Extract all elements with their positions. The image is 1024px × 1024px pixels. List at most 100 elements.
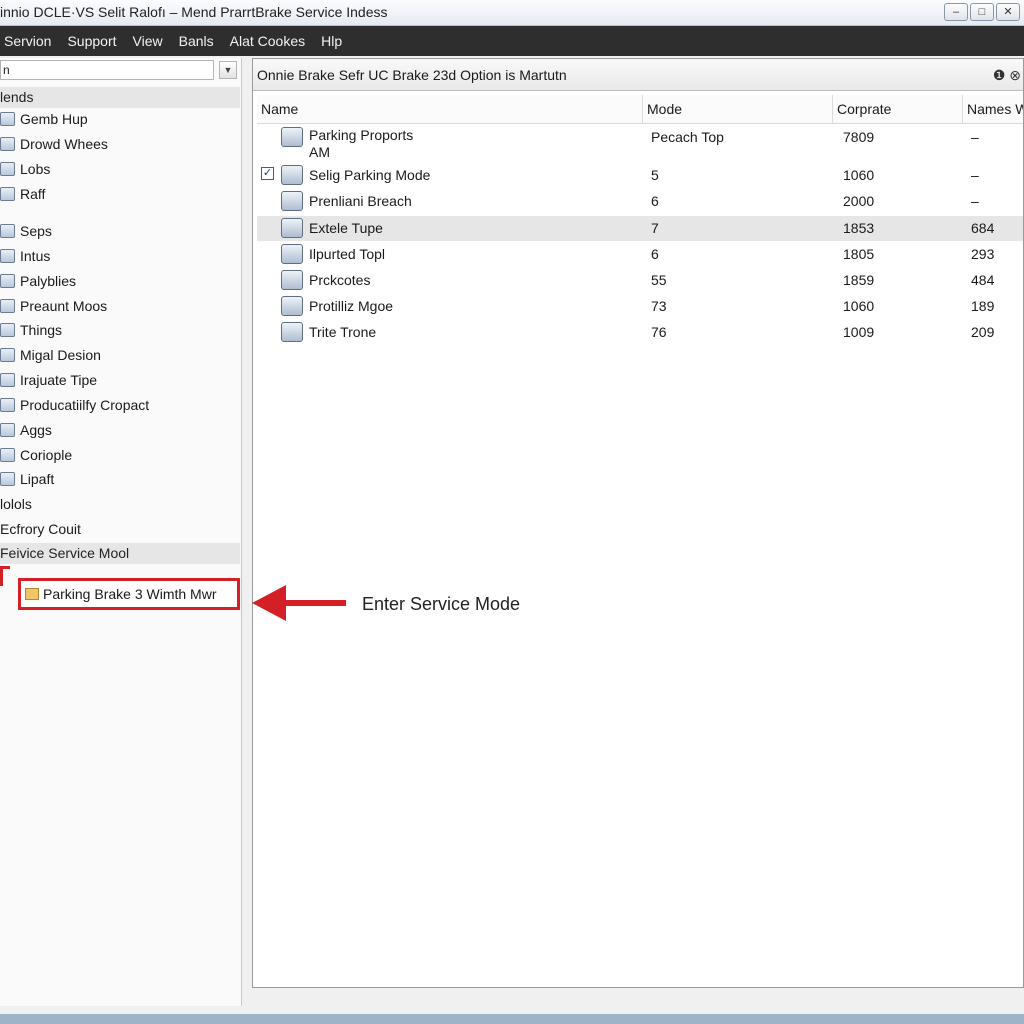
clipboard-icon bbox=[0, 398, 15, 412]
tree-item[interactable]: Preaunt Moos bbox=[0, 295, 107, 317]
gear-icon bbox=[0, 224, 15, 238]
tree-item-label: Ecfrory Couit bbox=[0, 521, 81, 537]
row-mode: 6 bbox=[651, 246, 659, 262]
wheel-icon bbox=[0, 137, 15, 151]
menu-support[interactable]: Support bbox=[63, 33, 124, 49]
close-icon[interactable]: ⊗ bbox=[1009, 67, 1021, 83]
box-icon bbox=[0, 323, 15, 337]
tree-item[interactable]: Ecfrory Couit bbox=[0, 518, 81, 540]
window-controls: – □ ✕ bbox=[944, 3, 1020, 21]
table-row[interactable]: Parking Proports AM Pecach Top 7809 – bbox=[257, 125, 1023, 163]
tree-item-label: Seps bbox=[20, 223, 52, 239]
tree-item-label: Coriople bbox=[20, 447, 73, 463]
column-header-name[interactable]: Name bbox=[257, 95, 643, 123]
row-name: Selig Parking Mode bbox=[309, 167, 431, 183]
tree-item[interactable]: Intus bbox=[0, 245, 50, 267]
tree-item[interactable]: Lobs bbox=[0, 158, 50, 180]
chart-icon bbox=[0, 348, 15, 362]
column-header-corprate[interactable]: Corprate bbox=[833, 95, 963, 123]
table-row[interactable]: Ilpurted Topl 6 1805 293 bbox=[257, 242, 1023, 267]
row-name: Protilliz Mgoe bbox=[309, 298, 394, 314]
tree-item[interactable]: Aggs bbox=[0, 419, 52, 441]
help-icon[interactable]: ❶ bbox=[993, 67, 1006, 83]
row-mode: 6 bbox=[651, 193, 659, 209]
users-icon bbox=[0, 472, 15, 486]
row-names: 293 bbox=[971, 246, 995, 262]
table-row[interactable]: Trite Trone 76 1009 209 bbox=[257, 320, 1023, 345]
tree-item[interactable]: Things bbox=[0, 319, 62, 341]
tool-icon bbox=[0, 112, 15, 126]
row-corprate: 1853 bbox=[843, 220, 875, 236]
table-row[interactable]: ✓ Selig Parking Mode 5 1060 – bbox=[257, 163, 1023, 188]
tree-item[interactable]: Drowd Whees bbox=[0, 133, 108, 155]
menu-alat-cookes[interactable]: Alat Cookes bbox=[226, 33, 313, 49]
table-row[interactable]: Prckcotes 55 1859 484 bbox=[257, 268, 1023, 293]
row-name: Parking Proports AM bbox=[309, 127, 414, 160]
row-corprate: 7809 bbox=[843, 129, 875, 145]
row-corprate: 2000 bbox=[843, 193, 875, 209]
row-corprate: 1805 bbox=[843, 246, 875, 262]
table-row[interactable]: Protilliz Mgoe 73 1060 189 bbox=[257, 294, 1023, 319]
row-mode: 73 bbox=[651, 298, 667, 314]
table-row[interactable]: Prenliani Breach 6 2000 – bbox=[257, 189, 1023, 214]
users-icon bbox=[281, 322, 303, 342]
tree-item-label: Irajuate Tipe bbox=[20, 372, 98, 388]
row-name: Extele Tupe bbox=[309, 220, 383, 236]
dropdown-arrow-icon[interactable]: ▼ bbox=[219, 61, 237, 79]
table-row-selected[interactable]: Extele Tupe 7 1853 684 bbox=[257, 216, 1023, 241]
monitor-icon bbox=[0, 299, 15, 313]
row-names: 189 bbox=[971, 298, 995, 314]
panel-header-icons: ❶ ⊗ bbox=[993, 59, 1021, 91]
window-title: innio DCLE·VS Selit Ralofı – Mend Prarrt… bbox=[0, 4, 388, 20]
wheel-icon bbox=[281, 270, 303, 290]
selected-tree-node[interactable]: Parking Brake 3 Wimth Mwr bbox=[18, 578, 240, 610]
left-tree-panel: n ▼ lends Gemb Hup Drowd Whees Lobs Raff… bbox=[0, 58, 242, 1006]
tree-item-label: Drowd Whees bbox=[20, 136, 108, 152]
tree-item[interactable]: Gemb Hup bbox=[0, 108, 88, 130]
menu-banls[interactable]: Banls bbox=[175, 33, 222, 49]
service-mode-header[interactable]: Feivice Service Mool bbox=[0, 543, 240, 564]
tree-item[interactable]: Coriople bbox=[0, 444, 72, 466]
row-corprate: 1060 bbox=[843, 298, 875, 314]
tree-item[interactable]: Migal Desion bbox=[0, 344, 101, 366]
maximize-button[interactable]: □ bbox=[970, 3, 994, 21]
column-header-names[interactable]: Names W bbox=[963, 95, 1023, 123]
tree-search-input[interactable]: n bbox=[0, 60, 214, 80]
tree-section-header[interactable]: lends bbox=[0, 87, 240, 108]
panel-header: Onnie Brake Sefr UC Brake 23d Option is … bbox=[253, 59, 1023, 91]
status-bar bbox=[0, 1014, 1024, 1024]
minimize-button[interactable]: – bbox=[944, 3, 968, 21]
settings-icon bbox=[281, 218, 303, 238]
menu-view[interactable]: View bbox=[129, 33, 171, 49]
row-mode: 55 bbox=[651, 272, 667, 288]
row-name: Ilpurted Topl bbox=[309, 246, 386, 262]
folder-icon bbox=[0, 162, 15, 176]
tree-item[interactable]: Lipaft bbox=[0, 468, 54, 490]
row-mode: Pecach Top bbox=[651, 129, 724, 145]
row-names: 484 bbox=[971, 272, 995, 288]
title-bar: innio DCLE·VS Selit Ralofı – Mend Prarrt… bbox=[0, 0, 1024, 26]
close-button[interactable]: ✕ bbox=[996, 3, 1020, 21]
tree-item-label: Palyblies bbox=[20, 273, 77, 289]
tree-item[interactable]: Producatiilfy Cropact bbox=[0, 394, 149, 416]
row-corprate: 1060 bbox=[843, 167, 875, 183]
menu-help[interactable]: Hlp bbox=[317, 33, 350, 49]
tree-item[interactable]: lolols bbox=[0, 493, 32, 515]
row-corprate: 1009 bbox=[843, 324, 875, 340]
tree-item[interactable]: Irajuate Tipe bbox=[0, 369, 97, 391]
row-names: – bbox=[971, 167, 979, 183]
column-header-mode[interactable]: Mode bbox=[643, 95, 833, 123]
document-icon bbox=[281, 191, 303, 211]
row-mode: 7 bbox=[651, 220, 659, 236]
tree-item-label: Producatiilfy Cropact bbox=[20, 397, 150, 413]
menu-servion[interactable]: Servion bbox=[0, 33, 59, 49]
tree-item[interactable]: Palyblies bbox=[0, 270, 76, 292]
row-corprate: 1859 bbox=[843, 272, 875, 288]
tree-item[interactable]: Raff bbox=[0, 183, 45, 205]
tree-item-label: Intus bbox=[20, 248, 51, 264]
row-checkbox[interactable]: ✓ bbox=[261, 167, 274, 180]
tree-item[interactable]: Seps bbox=[0, 220, 52, 242]
terminal-icon bbox=[0, 448, 15, 462]
row-name: Prckcotes bbox=[309, 272, 371, 288]
row-names: 209 bbox=[971, 324, 995, 340]
